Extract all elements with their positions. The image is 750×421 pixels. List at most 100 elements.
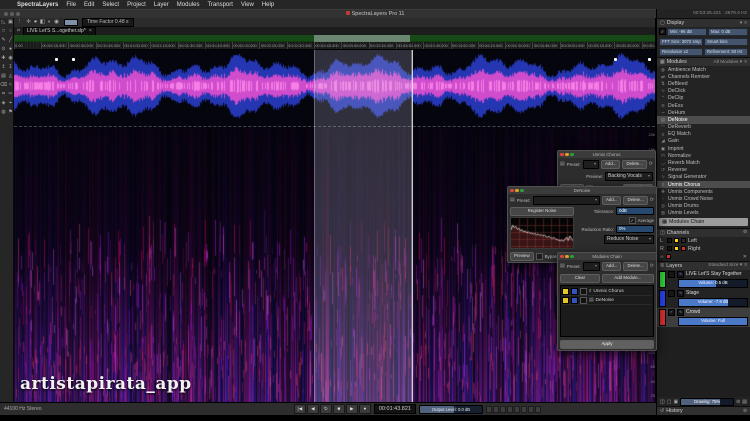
channel-color-swatch[interactable] bbox=[674, 246, 679, 252]
stop-button[interactable]: ■ bbox=[332, 404, 345, 414]
unlink-icon[interactable]: ✕ bbox=[743, 254, 747, 260]
preset-delete-button[interactable]: Delete... bbox=[622, 159, 647, 169]
menu-icon[interactable]: ≡ bbox=[744, 263, 747, 268]
layer-waveform-toggle[interactable]: ∿ bbox=[677, 270, 684, 278]
layer-item-crowd[interactable]: ✓ ∿ Crowd Volume: Full bbox=[657, 307, 750, 327]
apply-button[interactable]: Apply bbox=[560, 339, 654, 349]
tool-16-icon[interactable]: ⌗ bbox=[0, 90, 7, 99]
layer-item-stage[interactable]: ∿ Stage Volume: -7.9 dB bbox=[657, 289, 750, 308]
waveform-marker[interactable] bbox=[614, 58, 617, 61]
preset-delete-button[interactable]: Delete... bbox=[623, 261, 648, 271]
average-checkbox[interactable]: ✓ bbox=[628, 216, 636, 224]
tool-1-icon[interactable]: ▣ bbox=[7, 18, 14, 27]
chain-item-unmix-chorus[interactable]: ♯ Unmix Chorus bbox=[562, 287, 652, 296]
tool-4-icon[interactable]: ✎ bbox=[0, 36, 7, 45]
reset-icon[interactable]: ⟳ bbox=[650, 263, 654, 269]
module-item-deess[interactable]: ≋ DeEss bbox=[657, 102, 750, 109]
preset-delete-button[interactable]: Delete... bbox=[623, 195, 648, 205]
tool-13-icon[interactable]: ◬ bbox=[7, 72, 14, 81]
modules-chain-button[interactable]: ▦ Modules Chain bbox=[659, 217, 748, 226]
history-panel-header[interactable]: ↺ History ⊚ bbox=[657, 407, 750, 415]
tool-2-icon[interactable]: □ bbox=[0, 27, 7, 36]
tool-21-icon[interactable]: ⚑ bbox=[7, 108, 14, 117]
time-ruler[interactable]: 0:00 00:00:15.000 00:00:30.000 00:00:45.000… bbox=[14, 42, 655, 50]
overview-navigation-bar[interactable] bbox=[14, 35, 655, 42]
reset-icon[interactable]: ⟳ bbox=[649, 161, 653, 167]
display-field[interactable]: Refinement: 50 Hz bbox=[704, 48, 748, 56]
module-item-reverse[interactable]: ↺ Reverse bbox=[657, 167, 750, 174]
play-button[interactable]: ▶ bbox=[345, 404, 358, 414]
clear-button[interactable]: Clear bbox=[560, 273, 600, 283]
channel-color-swatch[interactable] bbox=[665, 254, 671, 260]
layer-volume-slider[interactable]: Volume: Full bbox=[678, 316, 748, 326]
display-field[interactable]: FFT Size: 3072 smp bbox=[659, 38, 703, 46]
preset-dropdown[interactable]: ▾ bbox=[582, 159, 599, 169]
layer-volume-slider[interactable]: Volume: -7.9 dB bbox=[678, 297, 748, 307]
reset-icon[interactable]: ⟳ bbox=[650, 197, 654, 203]
module-item-unmix-crowd-noise[interactable]: ◌ Unmix Crowd Noise bbox=[657, 195, 750, 202]
menu-view[interactable]: View bbox=[237, 2, 258, 8]
enabled-badge[interactable] bbox=[562, 287, 569, 295]
tool-18-icon[interactable]: ◈ bbox=[0, 99, 7, 108]
module-item-signal-generator[interactable]: ∿ Signal Generator bbox=[657, 174, 750, 181]
tool-19-icon[interactable]: ⌖ bbox=[7, 99, 14, 108]
tool-14-icon[interactable]: ⌫ bbox=[0, 81, 7, 90]
tool-12-icon[interactable]: ▤ bbox=[0, 72, 7, 81]
chevron-down-icon[interactable]: ▾ bbox=[740, 21, 742, 26]
chain-checkbox[interactable] bbox=[580, 296, 587, 304]
waveform-marker[interactable] bbox=[55, 58, 58, 61]
menu-project[interactable]: Project bbox=[123, 2, 150, 8]
layer-color-swatch[interactable] bbox=[659, 289, 666, 307]
module-item-declick[interactable]: ∿ DeClick bbox=[657, 88, 750, 95]
preset-add-button[interactable]: Add... bbox=[600, 159, 621, 169]
time-selection-region[interactable] bbox=[314, 50, 412, 402]
layer-waveform-toggle[interactable]: ∿ bbox=[677, 308, 684, 316]
menu-spectralayers[interactable]: SpectraLayers bbox=[13, 2, 62, 8]
module-item-denoise[interactable]: ▤ DeNoise bbox=[657, 116, 750, 124]
preset-add-button[interactable]: Add... bbox=[601, 195, 622, 205]
unmix-chorus-titlebar[interactable]: Unmix Chorus bbox=[558, 151, 655, 158]
overview-selection[interactable] bbox=[314, 35, 410, 42]
grid-view-icon[interactable]: ⌗ bbox=[14, 28, 23, 35]
module-item-unmix-levels[interactable]: ▥ Unmix Levels bbox=[657, 210, 750, 217]
denoise-titlebar[interactable]: DeNoise bbox=[508, 187, 656, 194]
preset-add-button[interactable]: Add... bbox=[601, 261, 622, 271]
layer-color-swatch[interactable] bbox=[659, 308, 666, 326]
tool-20-icon[interactable]: ◍ bbox=[0, 108, 7, 117]
module-item-unmix-components[interactable]: ❖ Unmix Components bbox=[657, 188, 750, 195]
loop-button[interactable]: ↻ bbox=[319, 404, 332, 414]
tool-6-icon[interactable]: ⊙ bbox=[0, 45, 7, 54]
layer-item-live-let-s-stay-together[interactable]: ∿ LIVE Let'S Stay Together Volume: 0.5 dB bbox=[657, 270, 750, 289]
tool-5-icon[interactable]: ╱ bbox=[7, 36, 14, 45]
tolerance-input[interactable]: 0dB bbox=[616, 207, 654, 215]
drawing-opacity-slider[interactable]: Drawing: 75% bbox=[680, 397, 735, 406]
waveform-marker[interactable] bbox=[72, 58, 75, 61]
channel-color-swatch[interactable] bbox=[667, 246, 672, 252]
layer-volume-slider[interactable]: Volume: 0.5 dB bbox=[678, 278, 748, 288]
enabled-badge[interactable] bbox=[562, 296, 569, 304]
tool-8-icon[interactable]: ✚ bbox=[0, 54, 7, 63]
module-item-imprint[interactable]: ▣ Imprint bbox=[657, 145, 750, 152]
layer-visibility-checkbox[interactable]: ✓ bbox=[668, 308, 675, 316]
gear-icon[interactable]: ⊚ bbox=[743, 409, 747, 414]
module-item-declip[interactable]: ⌃ DeClip bbox=[657, 95, 750, 102]
preview-button[interactable]: Preview bbox=[510, 251, 534, 261]
layer-visibility-checkbox[interactable] bbox=[668, 270, 675, 278]
display-checkbox[interactable]: ✓ bbox=[659, 28, 666, 35]
module-item-dehum[interactable]: ∼ DeHum bbox=[657, 109, 750, 116]
skip-start-button[interactable]: |◀ bbox=[293, 404, 306, 414]
menu-icon[interactable]: ≡ bbox=[744, 60, 747, 65]
playhead-cursor[interactable] bbox=[412, 50, 413, 402]
record-button[interactable]: ● bbox=[358, 404, 371, 414]
channel-row-r[interactable]: R Right bbox=[657, 245, 750, 253]
output-level-slider[interactable]: Output Level: 0.0 dB bbox=[419, 404, 483, 414]
modules-filter-dropdown[interactable]: All Modules ▾ bbox=[714, 60, 743, 65]
module-item-normalize[interactable]: ⊓ Normalize bbox=[657, 152, 750, 159]
menu-edit[interactable]: Edit bbox=[80, 2, 98, 8]
tool-11-icon[interactable]: ↧ bbox=[7, 63, 14, 72]
color-swatch[interactable] bbox=[64, 19, 78, 26]
channel-row-l[interactable]: L Left bbox=[657, 237, 750, 245]
module-item-unmix-chorus[interactable]: ♯ Unmix Chorus bbox=[657, 181, 750, 189]
layer-option-icon[interactable]: ▢ bbox=[667, 399, 672, 405]
tool-9-icon[interactable]: ◉ bbox=[7, 54, 14, 63]
